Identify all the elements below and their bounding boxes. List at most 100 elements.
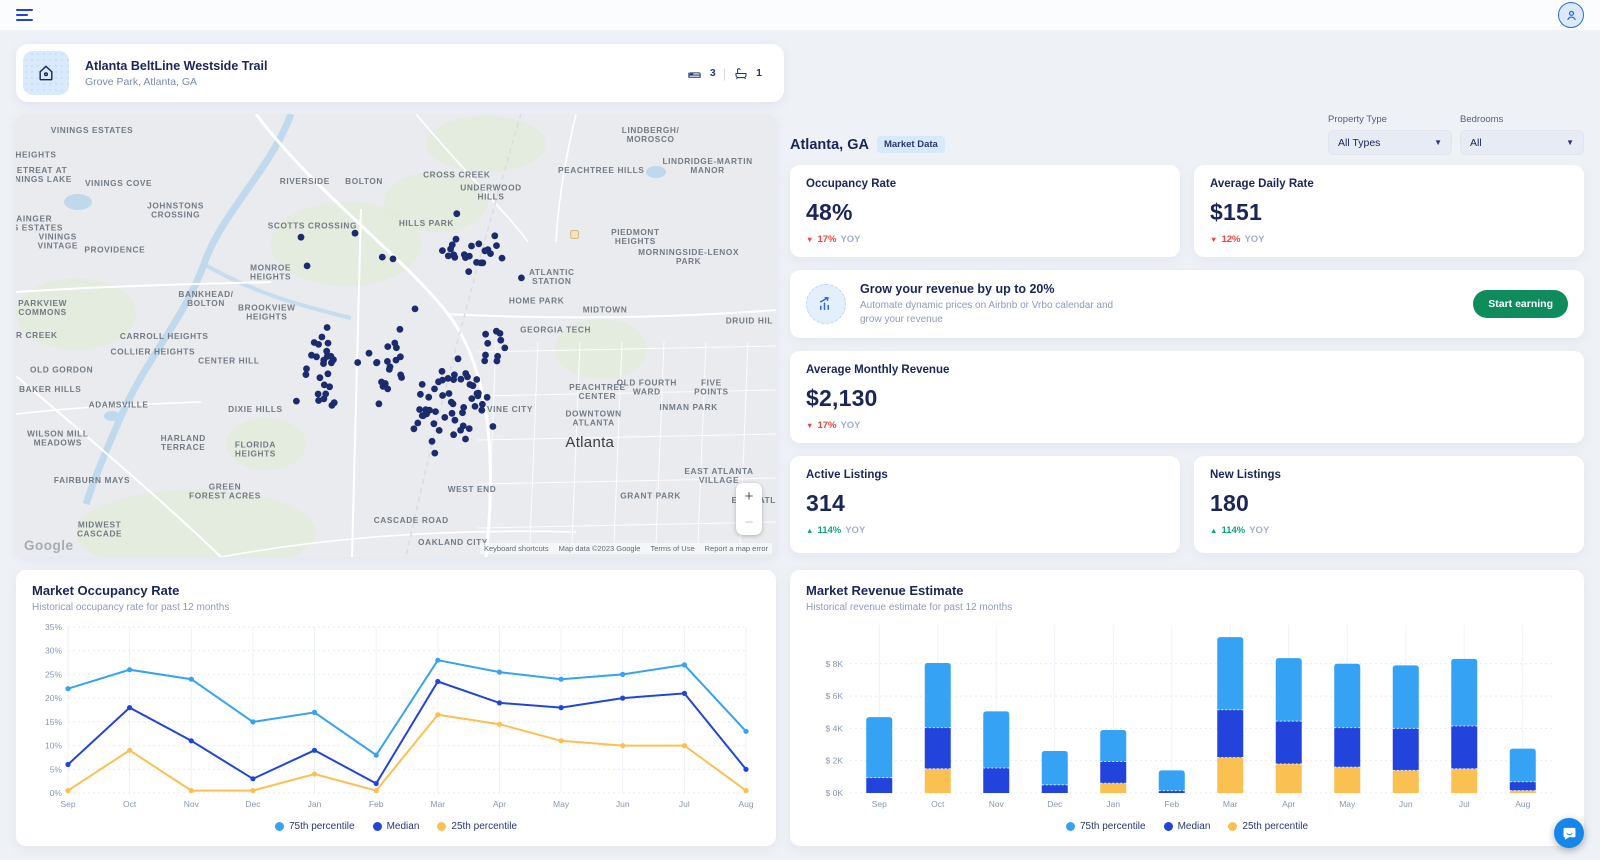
revenue-bar-chart[interactable]: SepOctNovDecJanFebMarAprMayJunJulAug$ 0K… xyxy=(806,619,1568,811)
listing-marker[interactable] xyxy=(466,253,473,260)
listing-marker[interactable] xyxy=(439,392,446,399)
listing-marker[interactable] xyxy=(317,374,324,381)
listing-marker[interactable] xyxy=(439,247,446,254)
listing-marker[interactable] xyxy=(417,391,424,398)
listing-marker[interactable] xyxy=(293,398,300,405)
listing-marker[interactable] xyxy=(431,420,438,427)
listing-marker[interactable] xyxy=(324,324,331,331)
listing-marker[interactable] xyxy=(432,408,439,415)
listing-marker[interactable] xyxy=(491,232,498,239)
listing-marker[interactable] xyxy=(303,371,310,378)
listing-marker[interactable] xyxy=(304,263,311,270)
listing-marker[interactable] xyxy=(450,431,457,438)
listing-marker[interactable] xyxy=(479,401,486,408)
listing-marker[interactable] xyxy=(481,358,488,365)
listing-marker[interactable] xyxy=(490,423,497,430)
listing-marker[interactable] xyxy=(384,358,391,365)
listing-marker[interactable] xyxy=(412,306,419,313)
zoom-out-button[interactable]: − xyxy=(745,515,754,530)
listing-marker[interactable] xyxy=(325,370,332,377)
terms-link[interactable]: Terms of Use xyxy=(650,544,694,553)
listing-marker[interactable] xyxy=(431,450,438,457)
listing-marker[interactable] xyxy=(482,331,489,338)
listing-marker[interactable] xyxy=(319,334,326,341)
listing-marker[interactable] xyxy=(321,395,328,402)
listing-marker[interactable] xyxy=(429,438,436,445)
listing-marker[interactable] xyxy=(397,353,404,360)
user-avatar-button[interactable] xyxy=(1558,2,1584,28)
listing-marker[interactable] xyxy=(374,359,381,366)
listing-marker[interactable] xyxy=(472,403,479,410)
listing-marker[interactable] xyxy=(354,359,361,366)
listing-marker[interactable] xyxy=(475,240,482,247)
listing-marker[interactable] xyxy=(485,246,492,253)
listing-marker[interactable] xyxy=(451,254,458,261)
listing-marker[interactable] xyxy=(393,344,400,351)
listing-marker[interactable] xyxy=(323,348,330,355)
listing-marker[interactable] xyxy=(445,375,452,382)
listing-marker[interactable] xyxy=(460,404,467,411)
listing-marker[interactable] xyxy=(308,352,315,359)
listing-marker[interactable] xyxy=(477,260,484,267)
listing-marker[interactable] xyxy=(439,368,446,375)
listing-marker[interactable] xyxy=(451,371,458,378)
listing-marker[interactable] xyxy=(445,253,452,260)
listing-marker[interactable] xyxy=(458,376,465,383)
listing-marker[interactable] xyxy=(501,345,508,352)
listing-marker[interactable] xyxy=(414,420,421,427)
listing-marker[interactable] xyxy=(449,410,456,417)
listing-marker[interactable] xyxy=(431,386,438,393)
listing-marker[interactable] xyxy=(330,356,337,363)
listing-marker[interactable] xyxy=(484,394,491,401)
listing-marker[interactable] xyxy=(497,337,504,344)
listing-marker[interactable] xyxy=(474,390,481,397)
listing-marker[interactable] xyxy=(419,381,426,388)
listing-marker[interactable] xyxy=(366,350,373,357)
listing-marker[interactable] xyxy=(468,395,475,402)
listing-marker[interactable] xyxy=(478,407,485,414)
listing-marker[interactable] xyxy=(384,386,391,393)
listing-marker[interactable] xyxy=(320,360,327,367)
keyboard-shortcuts-link[interactable]: Keyboard shortcuts xyxy=(484,544,549,553)
listing-marker[interactable] xyxy=(468,243,475,250)
listing-marker[interactable] xyxy=(390,256,397,263)
listing-marker[interactable] xyxy=(465,268,472,275)
listing-marker[interactable] xyxy=(315,391,322,398)
listing-marker[interactable] xyxy=(453,210,460,217)
listing-marker[interactable] xyxy=(425,394,432,401)
listing-marker[interactable] xyxy=(398,374,405,381)
listing-marker[interactable] xyxy=(303,365,310,372)
listing-marker[interactable] xyxy=(397,326,404,333)
listing-marker[interactable] xyxy=(298,234,305,241)
listing-marker[interactable] xyxy=(386,366,393,373)
listing-marker[interactable] xyxy=(449,241,456,248)
hamburger-menu-icon[interactable] xyxy=(16,6,34,24)
listing-marker[interactable] xyxy=(326,383,333,390)
listing-marker[interactable] xyxy=(446,390,453,397)
property-card[interactable]: Atlanta BeltLine Westside Trail Grove Pa… xyxy=(16,44,784,102)
listing-marker[interactable] xyxy=(470,382,477,389)
google-logo[interactable]: Google xyxy=(24,538,74,553)
listing-marker[interactable] xyxy=(329,402,336,409)
listing-marker[interactable] xyxy=(455,355,462,362)
listing-marker[interactable] xyxy=(482,352,489,359)
listing-marker[interactable] xyxy=(466,425,473,432)
listing-marker[interactable] xyxy=(325,340,332,347)
listing-marker[interactable] xyxy=(411,425,418,432)
property-type-select[interactable]: All Types ▼ xyxy=(1328,130,1452,155)
listing-marker[interactable] xyxy=(448,399,455,406)
listing-marker[interactable] xyxy=(494,353,501,360)
bedrooms-select[interactable]: All ▼ xyxy=(1460,130,1584,155)
listing-marker[interactable] xyxy=(457,427,464,434)
listing-marker[interactable] xyxy=(464,374,471,381)
listing-marker[interactable] xyxy=(441,414,448,421)
listing-marker[interactable] xyxy=(518,275,525,282)
listing-marker[interactable] xyxy=(379,254,386,261)
map[interactable]: VININGS ESTATESD HEIGHTSRETREAT ATVINING… xyxy=(16,114,776,557)
zoom-in-button[interactable]: + xyxy=(745,489,754,504)
listing-marker[interactable] xyxy=(493,242,500,249)
listing-marker[interactable] xyxy=(462,436,469,443)
chat-widget-button[interactable] xyxy=(1554,818,1584,848)
map-canvas[interactable]: VININGS ESTATESD HEIGHTSRETREAT ATVINING… xyxy=(16,114,776,557)
listing-marker[interactable] xyxy=(423,410,430,417)
